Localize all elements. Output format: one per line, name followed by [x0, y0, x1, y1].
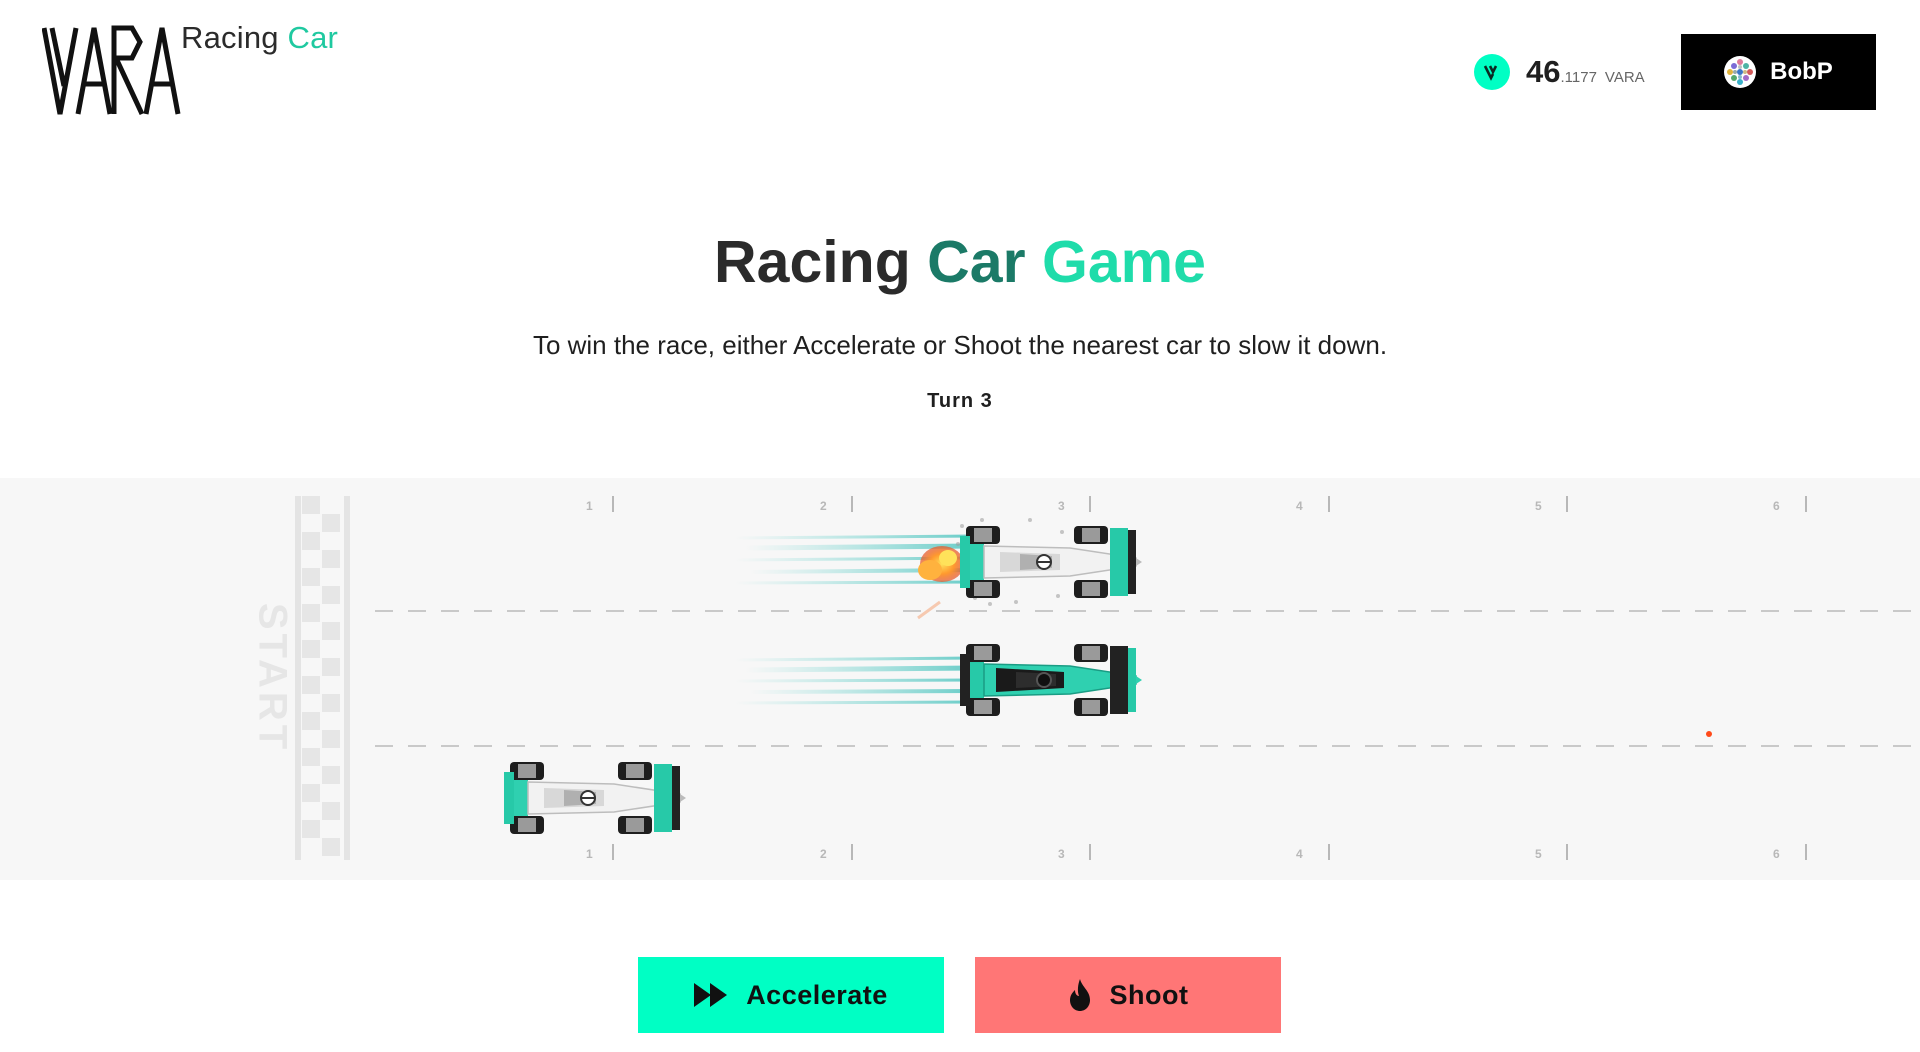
header: Racing Car 46 .1177 VARA BobP [0, 0, 1920, 130]
distance-ticks-top [612, 496, 1807, 512]
vara-logo[interactable] [42, 24, 182, 118]
start-label: START [250, 603, 294, 753]
race-track: START 1 2 3 4 5 6 1 2 3 4 5 6 [0, 478, 1920, 880]
balance-decimal: .1177 [1560, 68, 1597, 86]
marker-top-1: 1 [586, 499, 593, 513]
account-name: BobP [1770, 58, 1833, 85]
start-line: START [250, 496, 350, 860]
accelerate-button[interactable]: Accelerate [638, 957, 944, 1033]
app-name: Racing Car [181, 20, 338, 56]
turn-counter: Turn 3 [927, 390, 993, 412]
marker-top-4: 4 [1296, 499, 1303, 513]
shoot-label: Shoot [1109, 979, 1189, 1010]
marker-bottom-2: 2 [820, 847, 827, 861]
shoot-button[interactable]: Shoot [975, 957, 1281, 1033]
marker-bottom-1: 1 [586, 847, 593, 861]
race-car-lane-2 [959, 643, 1143, 717]
vara-coin-icon [1474, 54, 1510, 90]
balance-unit: VARA [1604, 68, 1645, 86]
projectile-dot [1706, 731, 1712, 737]
distance-markers-bottom: 1 2 3 4 5 6 [586, 847, 1780, 861]
fast-forward-icon [694, 983, 728, 1007]
distance-markers-top: 1 2 3 4 5 6 [586, 499, 1780, 513]
flame-icon [1069, 979, 1090, 1011]
marker-top-5: 5 [1535, 499, 1542, 513]
page-title: Racing Car Game [0, 228, 1920, 296]
title-car: Car [927, 229, 1026, 295]
title-racing: Racing [714, 229, 911, 295]
marker-bottom-4: 4 [1296, 847, 1303, 861]
marker-bottom-6: 6 [1773, 847, 1780, 861]
speed-lines-lane-2 [733, 656, 978, 705]
account-button[interactable]: BobP [1681, 34, 1876, 110]
marker-bottom-3: 3 [1058, 847, 1065, 861]
marker-top-3: 3 [1058, 499, 1065, 513]
race-car-lane-1 [959, 525, 1143, 599]
wallet-balance: 46 .1177 VARA [1474, 52, 1645, 92]
marker-top-2: 2 [820, 499, 827, 513]
marker-bottom-5: 5 [1535, 847, 1542, 861]
distance-ticks-bottom [612, 844, 1807, 860]
marker-top-6: 6 [1773, 499, 1780, 513]
game-instructions: To win the race, either Accelerate or Sh… [532, 330, 1388, 360]
title-game: Game [1041, 229, 1206, 295]
race-car-lane-3 [503, 761, 687, 835]
account-avatar-icon [1724, 56, 1757, 88]
accelerate-label: Accelerate [746, 979, 888, 1010]
balance-integer: 46 [1526, 54, 1561, 89]
race-track-canvas: START 1 2 3 4 5 6 1 2 3 4 5 6 [250, 496, 1920, 861]
app-name-car: Car [287, 20, 339, 55]
app-name-racing: Racing [181, 20, 279, 55]
